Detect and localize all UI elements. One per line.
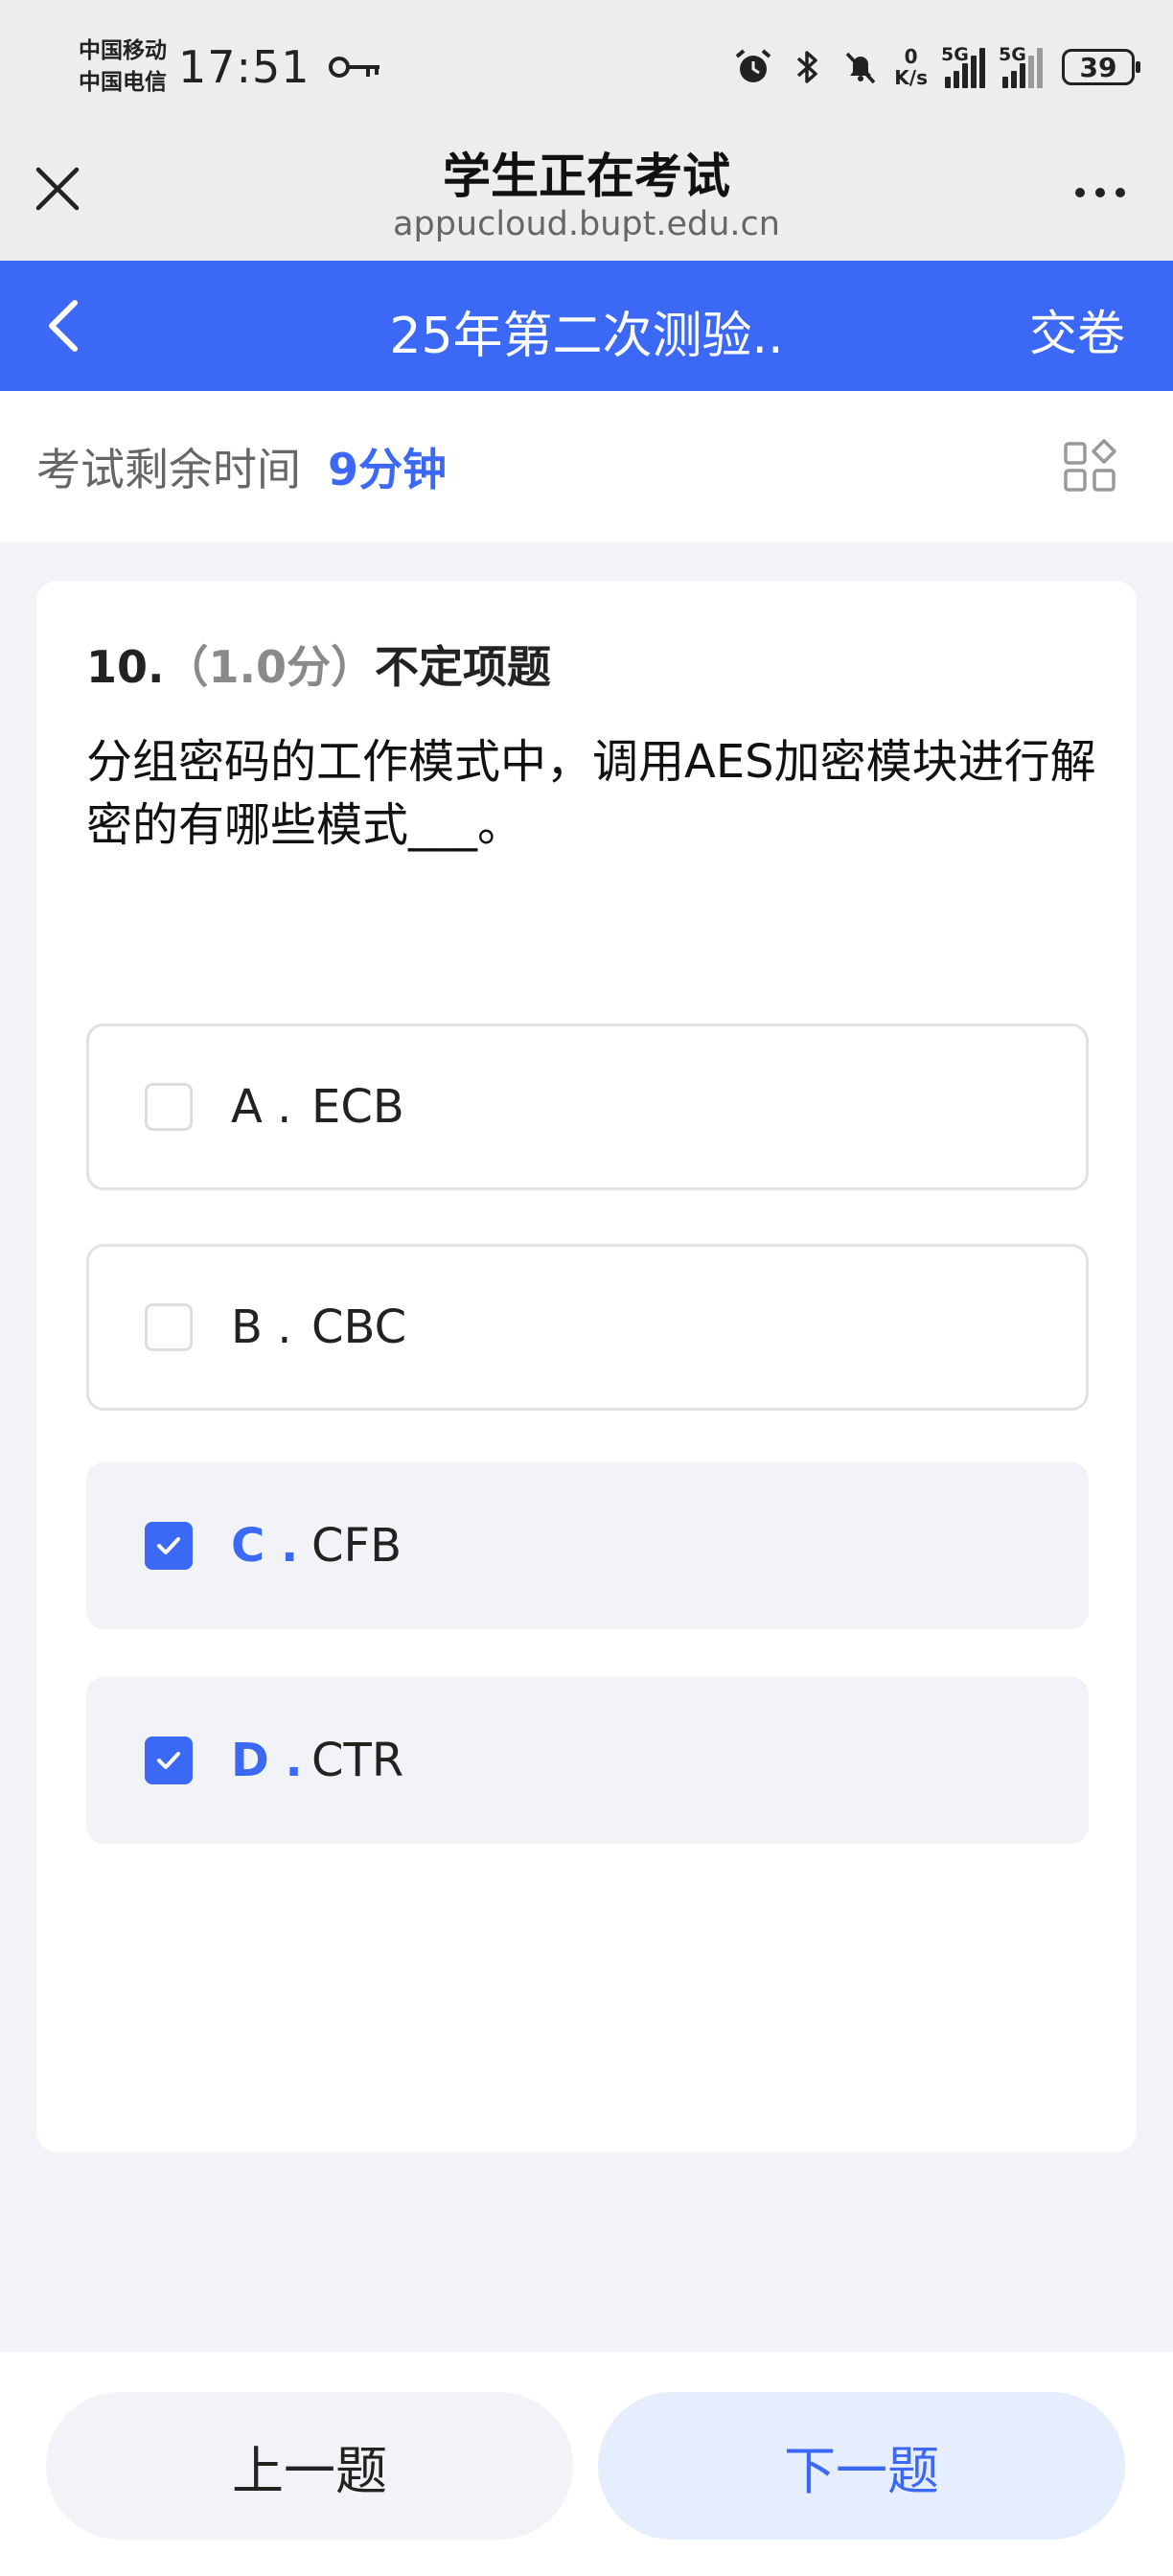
status-bar: 中国移动 中国电信 17:51 0 K/s 5G 5G 39: [0, 0, 1173, 134]
more-options-icon[interactable]: [1075, 188, 1125, 197]
bluetooth-icon: [797, 51, 818, 83]
checkmark-icon: [157, 1752, 180, 1769]
carrier-1-label: 中国移动: [79, 38, 167, 63]
option-d-text: CTR: [311, 1734, 404, 1787]
question-score: （1.0分）: [164, 641, 376, 693]
mute-bell-icon: [846, 52, 876, 84]
next-question-button[interactable]: 下一题: [598, 2392, 1125, 2540]
carrier-2-label: 中国电信: [79, 70, 167, 95]
net-speed-unit: K/s: [894, 66, 928, 89]
option-d[interactable]: D . CTR: [86, 1677, 1089, 1844]
option-a-letter: A .: [231, 1080, 292, 1134]
alarm-icon: [735, 49, 771, 82]
option-a[interactable]: A . ECB: [86, 1024, 1089, 1190]
question-type: 不定项题: [375, 641, 551, 693]
status-icons: 0 K/s 5G 5G 39: [733, 44, 1140, 88]
checkbox-a[interactable]: [145, 1083, 193, 1131]
checkmark-icon: [157, 1537, 180, 1554]
question-card: 10.（1.0分）不定项题 分组密码的工作模式中，调用AES加密模块进行解密的有…: [36, 581, 1137, 2152]
status-time: 17:51: [178, 41, 310, 93]
carrier-labels: 中国移动 中国电信: [79, 35, 167, 99]
option-c[interactable]: C . CFB: [86, 1462, 1089, 1629]
signal-1-tag: 5G: [941, 44, 969, 65]
timer-label: 考试剩余时间: [36, 444, 301, 495]
previous-question-button[interactable]: 上一题: [46, 2392, 573, 2540]
submit-exam-button[interactable]: 交卷: [1029, 295, 1125, 364]
browser-bar: 学生正在考试 appucloud.bupt.edu.cn: [0, 134, 1173, 261]
option-a-text: ECB: [311, 1080, 404, 1134]
timer-bar: 考试剩余时间 9分钟: [0, 391, 1173, 542]
browser-title: 学生正在考试: [443, 149, 730, 204]
battery-level: 39: [1079, 51, 1117, 83]
checkbox-b[interactable]: [145, 1303, 193, 1351]
browser-url: appucloud.bupt.edu.cn: [393, 205, 780, 243]
signal-2-tag: 5G: [999, 44, 1026, 65]
exam-header: 25年第二次测验.. 交卷: [0, 261, 1173, 391]
battery-icon: 39: [1062, 49, 1140, 85]
bottom-nav: 上一题 下一题: [0, 2352, 1173, 2576]
option-b[interactable]: B . CBC: [86, 1244, 1089, 1411]
key-icon: [328, 57, 380, 78]
option-c-text: CFB: [311, 1519, 402, 1573]
exam-title: 25年第二次测验..: [389, 308, 784, 365]
option-d-letter: D .: [231, 1734, 303, 1787]
question-header: 10.（1.0分）不定项题: [86, 632, 551, 696]
signal-5g-2-icon: 5G: [999, 44, 1043, 88]
question-grid-icon[interactable]: [1062, 438, 1119, 495]
net-speed-value: 0: [904, 45, 918, 68]
exam-screen: 中国移动 中国电信 17:51 0 K/s 5G 5G 39 学生正在考试 ap…: [0, 0, 1173, 2576]
option-b-letter: B .: [231, 1300, 292, 1354]
question-number: 10.: [86, 641, 165, 693]
checkbox-d[interactable]: [145, 1736, 193, 1784]
signal-5g-1-icon: 5G: [941, 44, 985, 88]
question-text: 分组密码的工作模式中，调用AES加密模块进行解密的有哪些模式___。: [86, 735, 1096, 852]
timer-value: 9分钟: [328, 444, 448, 495]
option-c-letter: C .: [231, 1519, 299, 1573]
net-speed: 0 K/s: [894, 46, 928, 88]
option-b-text: CBC: [311, 1300, 407, 1354]
checkbox-c[interactable]: [145, 1522, 193, 1570]
